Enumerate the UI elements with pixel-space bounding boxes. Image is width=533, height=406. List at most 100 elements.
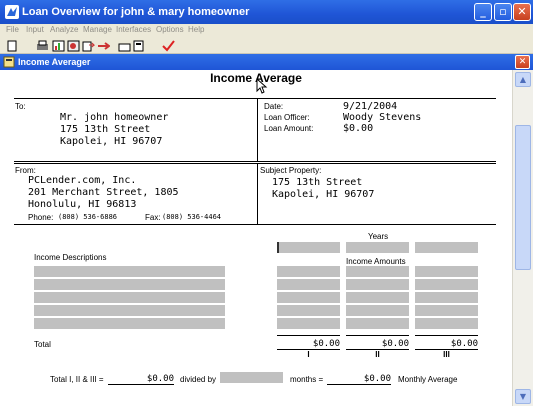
- dialog-close-button[interactable]: ✕: [515, 55, 530, 69]
- income-average-document: Income Average To: Mr. john homeowner 17…: [0, 70, 512, 406]
- calculator-icon[interactable]: [132, 40, 145, 52]
- years-label: Years: [368, 232, 389, 241]
- total-col-2: $0.00: [381, 339, 409, 349]
- menu-manage[interactable]: Manage: [83, 25, 112, 34]
- from-city: Honolulu, HI 96813: [28, 199, 137, 210]
- subject-street: 175 13th Street: [272, 177, 363, 188]
- income-amount-1-col-1[interactable]: [277, 266, 340, 277]
- phone-label: Phone:: [28, 213, 54, 222]
- year-1-field[interactable]: [277, 242, 340, 253]
- date-label: Date:: [264, 102, 284, 111]
- report-icon[interactable]: [67, 40, 80, 52]
- export-icon[interactable]: [82, 40, 95, 52]
- income-amount-3-col-1[interactable]: [277, 292, 340, 303]
- to-name: Mr. john homeowner: [60, 112, 169, 123]
- divided-by-label: divided by: [180, 375, 217, 384]
- calculator-icon: [3, 56, 15, 68]
- monthly-average-value: $0.00: [363, 374, 391, 384]
- divider: [14, 161, 496, 162]
- total-rule: [277, 335, 340, 336]
- transfer-icon[interactable]: [97, 40, 110, 52]
- app-titlebar: Loan Overview for john & mary homeowner …: [0, 0, 533, 24]
- income-amount-1-col-2[interactable]: [346, 266, 409, 277]
- maximize-button[interactable]: ▫: [494, 3, 512, 21]
- income-amount-3-col-2[interactable]: [346, 292, 409, 303]
- months-label: months =: [290, 375, 324, 384]
- divider: [14, 163, 496, 164]
- income-amount-4-col-2[interactable]: [346, 305, 409, 316]
- toolbar: [0, 37, 533, 54]
- income-amount-2-col-3[interactable]: [415, 279, 478, 290]
- print-icon[interactable]: [36, 40, 49, 52]
- income-amount-4-col-1[interactable]: [277, 305, 340, 316]
- income-description-field-3[interactable]: [34, 292, 225, 303]
- menu-options[interactable]: Options: [156, 25, 184, 34]
- loan-amount-label: Loan Amount:: [264, 124, 314, 133]
- loan-officer-label: Loan Officer:: [264, 113, 310, 122]
- total-all-label: Total I, II & III =: [50, 375, 104, 384]
- loan-amount-value: $0.00: [343, 123, 374, 134]
- menu-file[interactable]: File: [6, 25, 19, 34]
- subject-property-label: Subject Property:: [260, 166, 322, 175]
- folder-icon[interactable]: [118, 40, 131, 52]
- chart-icon[interactable]: [52, 40, 65, 52]
- date-value: 9/21/2004: [343, 101, 398, 112]
- income-amount-2-col-2[interactable]: [346, 279, 409, 290]
- monthly-average-label: Monthly Average: [398, 375, 458, 384]
- from-name: PCLender.com, Inc.: [28, 175, 137, 186]
- to-label: To:: [15, 102, 26, 111]
- monthly-average-underline: [327, 384, 391, 385]
- scroll-thumb[interactable]: [515, 125, 531, 270]
- income-amount-5-col-1[interactable]: [277, 318, 340, 329]
- total-rule: [415, 335, 478, 336]
- income-amount-3-col-3[interactable]: [415, 292, 478, 303]
- checkmark-icon[interactable]: [162, 40, 175, 52]
- income-amount-1-col-3[interactable]: [415, 266, 478, 277]
- dialog-titlebar: Income Averager ✕: [0, 54, 533, 70]
- app-title: Loan Overview for john & mary homeowner: [22, 6, 250, 18]
- income-description-field-1[interactable]: [34, 266, 225, 277]
- roman-ii: II: [375, 350, 380, 359]
- dialog-title: Income Averager: [18, 57, 91, 67]
- subject-city: Kapolei, HI 96707: [272, 189, 375, 200]
- months-input[interactable]: [220, 372, 283, 383]
- minimize-button[interactable]: _: [474, 3, 492, 21]
- vertical-scrollbar[interactable]: ▲ ▼: [512, 70, 533, 406]
- mouse-cursor-icon: [256, 78, 268, 94]
- divider: [257, 163, 258, 224]
- income-descriptions-label: Income Descriptions: [34, 253, 107, 262]
- menu-bar: File Input Analyze Manage Interfaces Opt…: [0, 24, 533, 37]
- total-label: Total: [34, 340, 51, 349]
- fax-value: (808) 536-4464: [162, 213, 222, 221]
- roman-iii: III: [443, 350, 450, 359]
- income-amount-4-col-3[interactable]: [415, 305, 478, 316]
- document-icon[interactable]: [6, 40, 19, 52]
- income-amount-2-col-1[interactable]: [277, 279, 340, 290]
- roman-i: I: [307, 350, 310, 359]
- divider: [257, 98, 258, 161]
- income-description-field-2[interactable]: [34, 279, 225, 290]
- total-rule: [346, 335, 409, 336]
- income-description-field-5[interactable]: [34, 318, 225, 329]
- fax-label: Fax:: [145, 213, 161, 222]
- scroll-down-icon[interactable]: ▼: [515, 389, 531, 404]
- menu-analyze[interactable]: Analyze: [50, 25, 78, 34]
- year-3-field[interactable]: [415, 242, 478, 253]
- total-all-underline: [108, 384, 174, 385]
- income-amounts-label: Income Amounts: [346, 257, 406, 266]
- year-2-field[interactable]: [346, 242, 409, 253]
- menu-interfaces[interactable]: Interfaces: [116, 25, 151, 34]
- menu-input[interactable]: Input: [26, 25, 44, 34]
- income-amount-5-col-3[interactable]: [415, 318, 478, 329]
- total-col-1: $0.00: [312, 339, 340, 349]
- loan-officer-value: Woody Stevens: [343, 112, 422, 123]
- divider: [14, 224, 496, 225]
- from-label: From:: [15, 166, 36, 175]
- menu-help[interactable]: Help: [188, 25, 204, 34]
- app-logo-icon: [5, 5, 19, 19]
- close-button[interactable]: ✕: [513, 3, 531, 21]
- income-amount-5-col-2[interactable]: [346, 318, 409, 329]
- total-all-value: $0.00: [146, 374, 174, 384]
- income-description-field-4[interactable]: [34, 305, 225, 316]
- scroll-up-icon[interactable]: ▲: [515, 72, 531, 87]
